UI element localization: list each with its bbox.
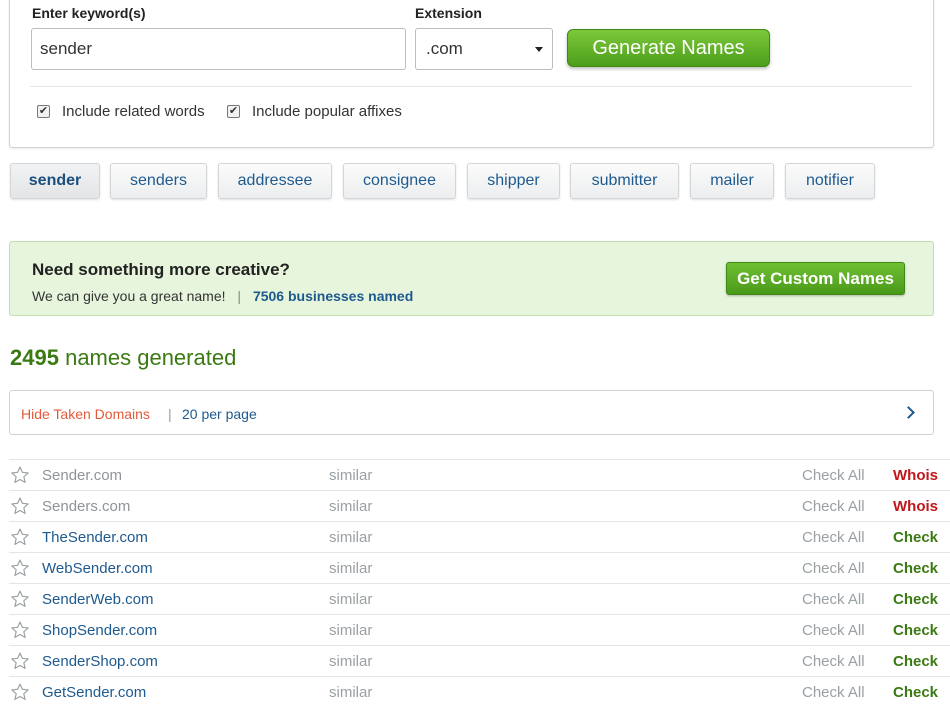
chip-submitter[interactable]: submitter — [570, 163, 679, 199]
star-icon[interactable] — [10, 465, 30, 485]
star-icon[interactable] — [10, 651, 30, 671]
promo-subtitle-text: We can give you a great name! — [32, 288, 226, 304]
domain-name[interactable]: SenderShop.com — [42, 653, 158, 670]
star-icon[interactable] — [10, 558, 30, 578]
check-link[interactable]: Check — [893, 622, 938, 639]
check-all-link[interactable]: Check All — [802, 560, 865, 577]
keyword-input[interactable] — [31, 28, 406, 70]
similar-link[interactable]: similar — [329, 684, 372, 701]
promo-subtitle: We can give you a great name! | 7506 bus… — [32, 288, 413, 304]
check-all-link[interactable]: Check All — [802, 684, 865, 701]
per-page-selector[interactable]: 20 per page — [182, 406, 257, 422]
filter-separator: | — [168, 406, 172, 422]
chip-notifier[interactable]: notifier — [785, 163, 875, 199]
star-icon[interactable] — [10, 682, 30, 702]
table-row: GetSender.com similar Check All Check — [9, 676, 950, 707]
similar-link[interactable]: similar — [329, 467, 372, 484]
count-number: 2495 — [10, 345, 59, 370]
extension-select[interactable]: .com — [415, 28, 553, 70]
get-custom-names-button[interactable]: Get Custom Names — [726, 262, 905, 295]
promo-title: Need something more creative? — [32, 260, 290, 279]
check-all-link[interactable]: Check All — [802, 529, 865, 546]
check-all-link[interactable]: Check All — [802, 467, 865, 484]
domain-name[interactable]: TheSender.com — [42, 529, 148, 546]
table-row: ShopSender.com similar Check All Check — [9, 614, 950, 645]
chevron-right-icon[interactable] — [902, 406, 915, 419]
chip-sender[interactable]: sender — [10, 163, 100, 199]
option-related-words[interactable]: ✔ Include related words — [37, 103, 205, 120]
generate-names-button[interactable]: Generate Names — [567, 29, 770, 67]
check-link[interactable]: Check — [893, 591, 938, 608]
star-icon[interactable] — [10, 589, 30, 609]
check-all-link[interactable]: Check All — [802, 591, 865, 608]
check-all-link[interactable]: Check All — [802, 653, 865, 670]
check-link[interactable]: Check — [893, 684, 938, 701]
businesses-named-link[interactable]: 7506 businesses named — [253, 288, 413, 304]
count-text: names generated — [65, 345, 237, 370]
caret-down-icon — [535, 47, 543, 52]
filter-bar: Hide Taken Domains | 20 per page — [9, 390, 934, 435]
promo-separator: | — [237, 288, 242, 304]
chip-addressee[interactable]: addressee — [218, 163, 332, 199]
check-all-link[interactable]: Check All — [802, 622, 865, 639]
domain-name[interactable]: ShopSender.com — [42, 622, 157, 639]
extension-value: .com — [426, 39, 463, 58]
results-list: Sender.com similar Check All Whois Sende… — [9, 459, 950, 707]
table-row: Senders.com similar Check All Whois — [9, 490, 950, 521]
similar-link[interactable]: similar — [329, 653, 372, 670]
table-row: SenderShop.com similar Check All Check — [9, 645, 950, 676]
panel-divider — [30, 86, 912, 87]
similar-link[interactable]: similar — [329, 560, 372, 577]
table-row: TheSender.com similar Check All Check — [9, 521, 950, 552]
domain-name[interactable]: GetSender.com — [42, 684, 146, 701]
option-popular-affixes[interactable]: ✔ Include popular affixes — [227, 103, 402, 120]
chip-shipper[interactable]: shipper — [467, 163, 560, 199]
domain-name[interactable]: WebSender.com — [42, 560, 153, 577]
star-icon[interactable] — [10, 496, 30, 516]
domain-name[interactable]: Sender.com — [42, 467, 122, 484]
checkbox-icon[interactable]: ✔ — [37, 105, 50, 118]
check-link[interactable]: Check — [893, 529, 938, 546]
domain-name[interactable]: SenderWeb.com — [42, 591, 153, 608]
chip-mailer[interactable]: mailer — [690, 163, 774, 199]
table-row: WebSender.com similar Check All Check — [9, 552, 950, 583]
option-affixes-label: Include popular affixes — [252, 103, 402, 120]
table-row: SenderWeb.com similar Check All Check — [9, 583, 950, 614]
hide-taken-domains-link[interactable]: Hide Taken Domains — [21, 406, 150, 422]
similar-link[interactable]: similar — [329, 498, 372, 515]
similar-link[interactable]: similar — [329, 622, 372, 639]
checkbox-icon[interactable]: ✔ — [227, 105, 240, 118]
custom-names-promo: Need something more creative? We can giv… — [9, 241, 934, 316]
check-link[interactable]: Check — [893, 560, 938, 577]
check-link[interactable]: Check — [893, 653, 938, 670]
check-all-link[interactable]: Check All — [802, 498, 865, 515]
keyword-label: Enter keyword(s) — [32, 5, 146, 21]
search-panel: Enter keyword(s) Extension .com Generate… — [9, 0, 934, 148]
domain-name[interactable]: Senders.com — [42, 498, 130, 515]
similar-link[interactable]: similar — [329, 529, 372, 546]
similar-link[interactable]: similar — [329, 591, 372, 608]
chip-senders[interactable]: senders — [110, 163, 207, 199]
whois-link[interactable]: Whois — [893, 498, 938, 515]
star-icon[interactable] — [10, 620, 30, 640]
table-row: Sender.com similar Check All Whois — [9, 459, 950, 490]
names-generated-count: 2495 names generated — [10, 345, 236, 371]
whois-link[interactable]: Whois — [893, 467, 938, 484]
extension-label: Extension — [415, 5, 482, 21]
option-related-label: Include related words — [62, 103, 205, 120]
chip-consignee[interactable]: consignee — [343, 163, 456, 199]
star-icon[interactable] — [10, 527, 30, 547]
